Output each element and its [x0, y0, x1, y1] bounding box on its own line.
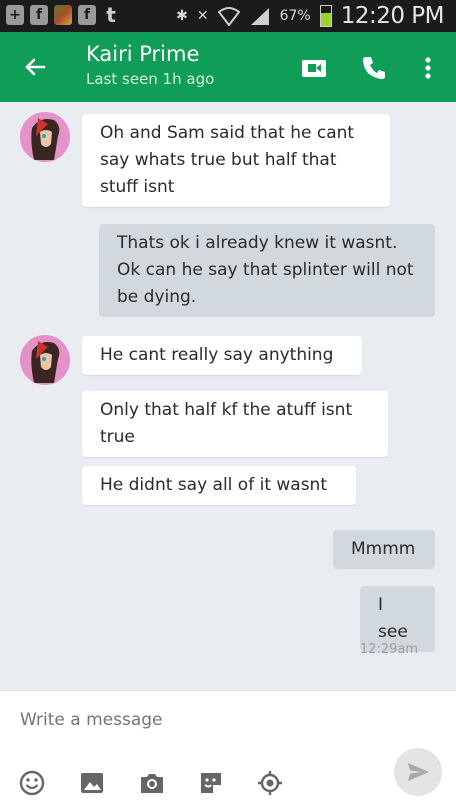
wifi-icon [217, 7, 240, 26]
contact-avatar[interactable] [20, 112, 70, 162]
message-bubble-outgoing[interactable]: Thats ok i already knew it wasnt. Ok can… [99, 224, 435, 317]
twitter-icon: t [106, 3, 116, 27]
facebook-icon: f [78, 5, 96, 25]
facebook-icon: f [30, 5, 48, 25]
message-bubble-incoming[interactable]: Oh and Sam said that he cant say whats t… [82, 114, 390, 207]
mute-icon: ✕ [196, 8, 209, 24]
contact-name[interactable]: Kairi Prime [86, 42, 199, 66]
cell-signal-icon [250, 8, 269, 25]
chat-header: Kairi Prime Last seen 1h ago [0, 32, 456, 102]
photo-icon [54, 5, 72, 25]
message-bubble-outgoing[interactable]: Mmmm [333, 530, 435, 569]
battery-fill [320, 12, 331, 26]
notification-icons: + f f t [6, 3, 120, 27]
plus-box-icon: + [6, 5, 24, 25]
message-composer [0, 690, 456, 810]
phone-call-icon[interactable] [360, 54, 388, 82]
sticker-icon[interactable] [197, 769, 225, 797]
contact-avatar[interactable] [20, 335, 70, 385]
clock: 12:20 PM [340, 3, 445, 29]
message-bubble-incoming[interactable]: Only that half kf the atuff isnt true [82, 391, 388, 457]
message-timestamp: 12:29am [359, 642, 418, 657]
message-bubble-incoming[interactable]: He cant really say anything [82, 336, 362, 375]
system-status: ✱ ✕ 67% 12:20 PM [176, 3, 444, 29]
avatar-image [20, 112, 70, 162]
battery-percent: 67% [279, 8, 311, 24]
message-bubble-incoming[interactable]: He didnt say all of it wasnt [82, 466, 356, 505]
more-vert-icon[interactable] [414, 54, 442, 82]
camera-icon[interactable] [138, 769, 166, 797]
status-bar: + f f t ✱ ✕ 67% 12:20 PM [0, 0, 456, 32]
avatar-image [20, 335, 70, 385]
bluetooth-icon: ✱ [176, 8, 188, 24]
back-arrow-icon[interactable] [20, 52, 50, 82]
send-icon [408, 763, 429, 781]
gallery-icon[interactable] [78, 769, 106, 797]
send-button[interactable] [394, 748, 442, 796]
message-input[interactable] [20, 705, 420, 735]
emoji-icon[interactable] [18, 769, 46, 797]
battery-icon [319, 5, 332, 27]
last-seen-status: Last seen 1h ago [86, 70, 215, 88]
video-call-icon[interactable] [300, 54, 328, 82]
location-icon[interactable] [256, 769, 284, 797]
